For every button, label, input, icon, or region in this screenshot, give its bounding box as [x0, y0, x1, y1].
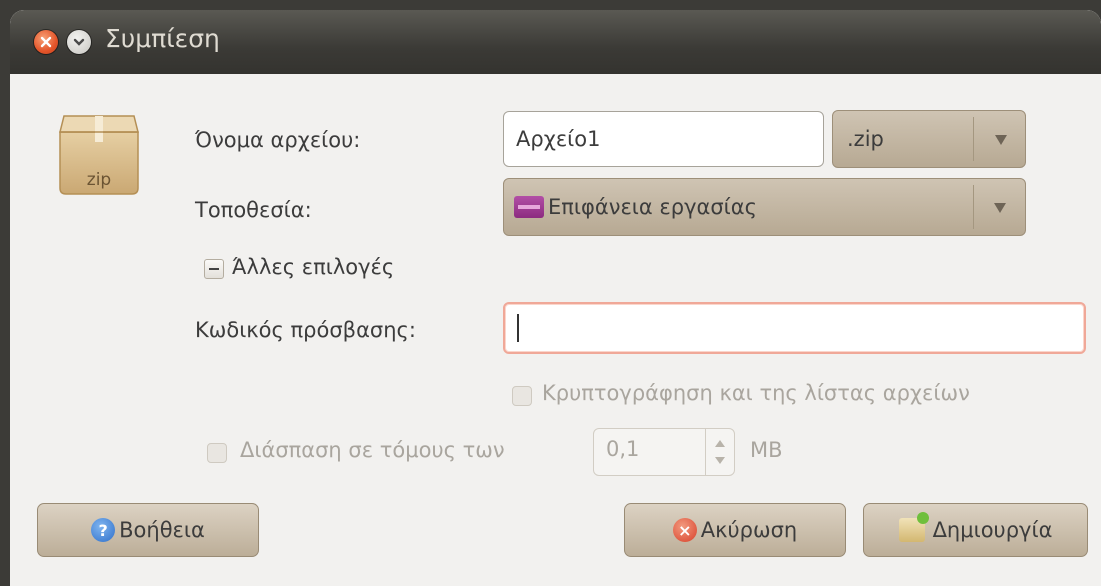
filename-label: Όνομα αρχείου: [195, 128, 361, 152]
text-caret [517, 314, 519, 342]
split-volumes-label: Διάσπαση σε τόμους των [240, 438, 505, 462]
encrypt-list-label: Κρυπτογράφηση και της λίστας αρχείων [542, 381, 970, 405]
create-archive-icon [898, 512, 929, 542]
window-menu-icon[interactable] [67, 30, 91, 54]
password-label: Κωδικός πρόσβασης: [195, 318, 416, 342]
cancel-icon: × [672, 518, 697, 542]
spin-up-icon[interactable] [715, 440, 725, 447]
collapse-icon[interactable] [204, 259, 224, 279]
cancel-button[interactable]: × Ακύρωση [624, 503, 846, 557]
title-bar[interactable]: Συμπίεση [10, 10, 1101, 74]
other-options-expander[interactable]: Άλλες επιλογές [232, 255, 394, 279]
zip-box-icon: zip [54, 110, 144, 200]
filename-input[interactable]: Αρχείο1 [503, 111, 824, 167]
extension-select[interactable]: .zip [832, 110, 1026, 168]
split-size-spinner[interactable]: 0,1 [593, 428, 735, 476]
create-button-label: Δημιουργία [932, 518, 1053, 542]
chevron-down-icon [995, 135, 1007, 145]
create-button[interactable]: Δημιουργία [863, 503, 1088, 557]
location-value: Επιφάνεια εργασίας [548, 195, 757, 219]
desktop-folder-icon [514, 196, 544, 218]
location-label: Τοποθεσία: [195, 198, 312, 222]
compress-dialog: Συμπίεση zip Όνομα αρχείου: Αρχείο1 .zip… [10, 10, 1101, 586]
cancel-button-label: Ακύρωση [700, 518, 798, 542]
extension-value: .zip [847, 127, 884, 151]
password-input[interactable] [503, 302, 1086, 354]
close-icon[interactable] [34, 30, 58, 54]
spin-down-icon[interactable] [715, 457, 725, 464]
window-title: Συμπίεση [105, 24, 220, 53]
split-volumes-checkbox[interactable] [207, 443, 227, 463]
location-select[interactable]: Επιφάνεια εργασίας [503, 178, 1026, 236]
archive-type-label: zip [86, 170, 112, 190]
help-button[interactable]: ? Βοήθεια [37, 503, 259, 557]
chevron-down-icon [994, 203, 1006, 213]
filename-value: Αρχείο1 [516, 127, 601, 151]
split-unit-label: MB [750, 438, 783, 462]
help-button-label: Βοήθεια [119, 518, 205, 542]
encrypt-list-checkbox[interactable] [512, 386, 532, 406]
split-size-value: 0,1 [606, 437, 640, 461]
help-icon: ? [91, 518, 116, 542]
